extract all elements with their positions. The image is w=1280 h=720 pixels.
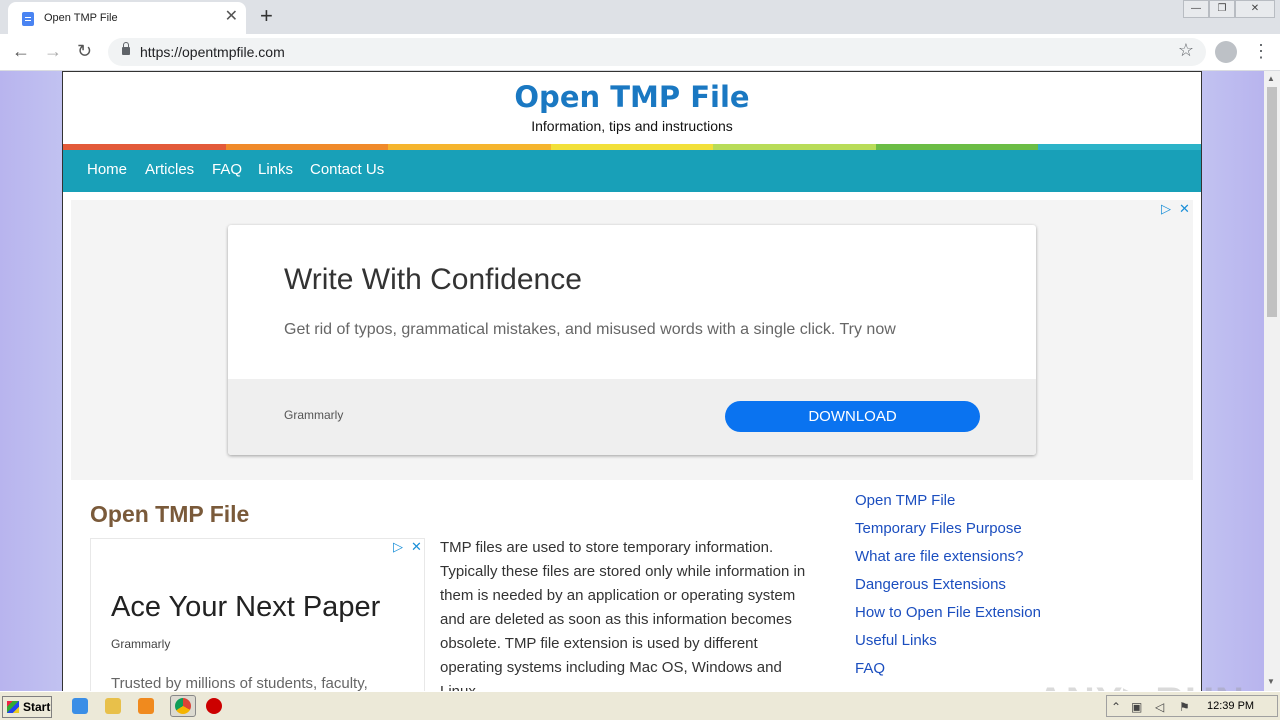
windows-taskbar: Start ⌃ ▣ ◁ ⚑ 12:39 PM <box>0 691 1280 720</box>
forward-button[interactable]: → <box>44 40 62 62</box>
sidebar-link-temporary-files-purpose[interactable]: Temporary Files Purpose <box>855 520 1041 548</box>
sidebar-link-useful-links[interactable]: Useful Links <box>855 632 1041 660</box>
top-ad-banner: ▷ ✕ Write With Confidence Get rid of typ… <box>71 200 1193 480</box>
nav-home[interactable]: Home <box>87 161 127 178</box>
start-label: Start <box>23 700 51 714</box>
start-button[interactable]: Start <box>2 696 52 718</box>
ad-headline[interactable]: Ace Your Next Paper <box>111 591 380 624</box>
show-hidden-icons-icon[interactable]: ⌃ <box>1111 700 1121 714</box>
article-text: TMP files are used to store temporary in… <box>440 539 806 691</box>
chrome-taskbar-button[interactable] <box>170 695 196 717</box>
tab-strip: Open TMP File ✕ + — ❐ ✕ <box>0 0 1280 34</box>
restore-button[interactable]: ❐ <box>1209 0 1235 18</box>
nav-links[interactable]: Links <box>258 161 293 178</box>
page-scrollbar[interactable]: ▲ ▼ <box>1264 71 1280 691</box>
section-title: Open TMP File <box>90 501 250 527</box>
clock[interactable]: 12:39 PM <box>1207 700 1254 712</box>
ad-headline[interactable]: Write With Confidence <box>284 263 582 297</box>
close-ad-icon[interactable]: ✕ <box>411 539 422 555</box>
ad-advertiser: Grammarly <box>284 408 344 422</box>
scrollbar-thumb[interactable] <box>1267 87 1277 317</box>
sidebar-link-dangerous-extensions[interactable]: Dangerous Extensions <box>855 576 1041 604</box>
lock-icon <box>122 42 130 55</box>
sidebar-links: Open TMP File Temporary Files Purpose Wh… <box>855 492 1041 688</box>
sidebar-link-faq[interactable]: FAQ <box>855 660 1041 688</box>
volume-icon[interactable]: ◁ <box>1155 700 1164 714</box>
close-tab-icon[interactable]: ✕ <box>225 9 238 25</box>
browser-tab[interactable]: Open TMP File ✕ <box>8 2 246 34</box>
site-tagline: Information, tips and instructions <box>531 118 733 134</box>
browser-menu-icon[interactable]: ⋮ <box>1252 40 1270 62</box>
flag-icon[interactable]: ⚑ <box>1179 700 1190 714</box>
sidebar-link-open-tmp-file[interactable]: Open TMP File <box>855 492 1041 520</box>
site-title[interactable]: Open TMP File <box>63 80 1201 114</box>
ad-description: Trusted by millions of students, faculty… <box>111 675 368 691</box>
browser-toolbar: ← → ↻ https://opentmpfile.com ☆ ⋮ <box>0 34 1280 71</box>
side-ad[interactable]: ▷ ✕ Ace Your Next Paper Grammarly Truste… <box>90 538 425 691</box>
reload-button[interactable]: ↻ <box>77 40 92 62</box>
close-window-button[interactable]: ✕ <box>1235 0 1275 18</box>
ad-description: Get rid of typos, grammatical mistakes, … <box>284 321 896 338</box>
anyrun-watermark: ANY▷RUN <box>1036 679 1245 691</box>
ad-advertiser: Grammarly <box>111 637 171 651</box>
bookmark-star-icon[interactable]: ☆ <box>1178 40 1194 61</box>
back-button[interactable]: ← <box>12 40 30 62</box>
ad-card[interactable]: Write With Confidence Get rid of typos, … <box>228 225 1036 455</box>
media-player-icon[interactable] <box>138 698 154 714</box>
tab-title: Open TMP File <box>44 12 118 24</box>
system-tray: ⌃ ▣ ◁ ⚑ 12:39 PM <box>1106 695 1278 717</box>
chrome-icon <box>175 698 191 714</box>
nav-contact-us[interactable]: Contact Us <box>310 161 384 178</box>
main-nav: Home Articles FAQ Links Contact Us <box>63 150 1201 192</box>
scroll-up-icon[interactable]: ▲ <box>1267 74 1275 83</box>
profile-avatar[interactable] <box>1215 41 1237 63</box>
document-icon <box>22 12 34 26</box>
windows-logo-icon <box>7 701 19 713</box>
address-bar[interactable]: https://opentmpfile.com ☆ <box>108 38 1206 66</box>
sidebar-link-how-to-open[interactable]: How to Open File Extension <box>855 604 1041 632</box>
url-text[interactable]: https://opentmpfile.com <box>140 44 285 60</box>
download-button[interactable]: DOWNLOAD <box>725 401 980 432</box>
internet-explorer-icon[interactable] <box>72 698 88 714</box>
new-tab-button[interactable]: + <box>260 5 273 27</box>
nav-faq[interactable]: FAQ <box>212 161 242 178</box>
ad-footer: Grammarly DOWNLOAD <box>228 379 1036 455</box>
folder-icon[interactable] <box>105 698 121 714</box>
page-viewport: Open TMP File Information, tips and inst… <box>0 71 1264 691</box>
close-ad-icon[interactable]: ✕ <box>1179 201 1190 217</box>
nav-articles[interactable]: Articles <box>145 161 194 178</box>
adchoices-icon[interactable]: ▷ <box>1161 201 1171 217</box>
adchoices-icon[interactable]: ▷ <box>393 539 403 555</box>
scroll-down-icon[interactable]: ▼ <box>1267 677 1275 686</box>
minimize-button[interactable]: — <box>1183 0 1209 18</box>
antivirus-icon[interactable] <box>206 698 222 714</box>
network-icon[interactable]: ▣ <box>1131 700 1142 714</box>
site-container: Open TMP File Information, tips and inst… <box>62 71 1202 691</box>
sidebar-link-file-extensions[interactable]: What are file extensions? <box>855 548 1041 576</box>
